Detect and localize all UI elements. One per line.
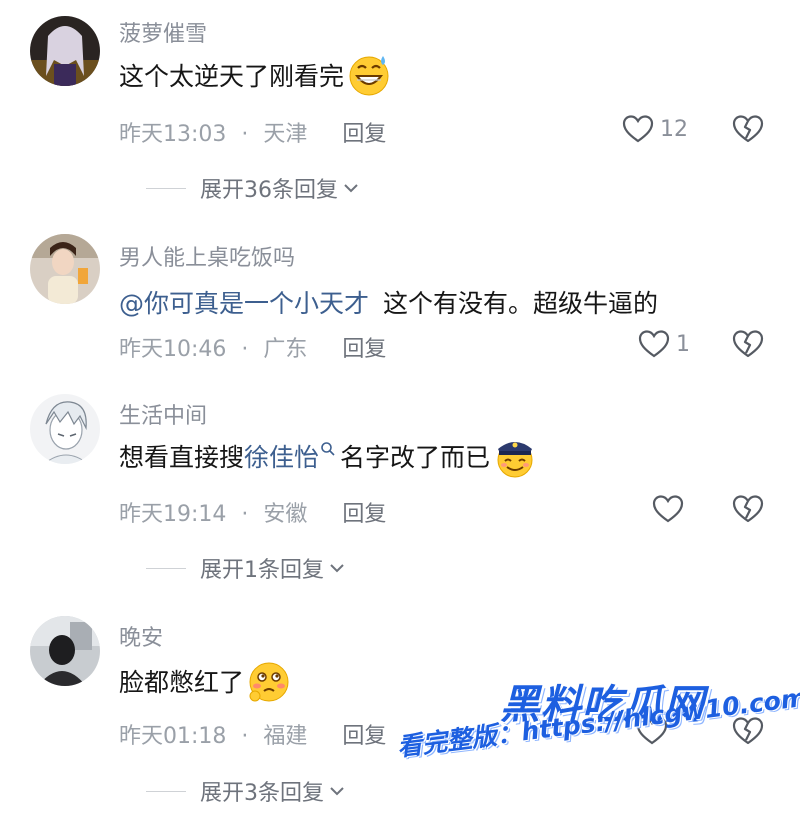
watermark: 黑料吃瓜网 看完整版：https://hlcgw10.com <box>395 668 800 808</box>
comment-location: 安徽 <box>263 502 308 527</box>
comment-body: 这个有没有。超级牛逼的 <box>383 289 659 318</box>
mention-link[interactable]: @你可真是一个小天才 <box>119 284 369 320</box>
comment-time: 昨天01:18 <box>119 724 227 749</box>
comment-meta: 昨天10:46 · 广东 回复 <box>119 331 386 363</box>
dot-separator: · <box>241 337 249 362</box>
comment-meta: 昨天13:03 · 天津 回复 <box>119 116 386 148</box>
comment-time: 昨天10:46 <box>119 337 227 362</box>
expand-replies-label: 展开3条回复 <box>200 781 324 806</box>
search-icon[interactable] <box>320 441 336 457</box>
heart-icon <box>622 115 654 143</box>
expand-replies-label: 展开36条回复 <box>200 178 338 203</box>
chevron-down-icon <box>330 564 344 573</box>
comment-body: 这个太逆天了刚看完 <box>119 62 345 91</box>
broken-heart-icon <box>732 330 764 358</box>
heart-icon <box>638 330 670 358</box>
reply-button[interactable]: 回复 <box>342 502 386 527</box>
dot-separator: · <box>241 502 249 527</box>
comment-text: 脸都憋红了 <box>119 658 292 704</box>
reply-button[interactable]: 回复 <box>342 724 386 749</box>
chevron-down-icon <box>344 184 358 193</box>
search-keyword-link[interactable]: 徐佳怡 <box>244 438 319 474</box>
reply-button[interactable]: 回复 <box>342 337 386 362</box>
avatar[interactable] <box>30 16 100 86</box>
comment-time: 昨天13:03 <box>119 122 227 147</box>
like-button[interactable]: 1 <box>638 329 690 359</box>
reply-button[interactable]: 回复 <box>342 122 386 147</box>
comment-meta: 昨天19:14 · 安徽 回复 <box>119 496 386 528</box>
username[interactable]: 男人能上桌吃饭吗 <box>119 240 295 272</box>
username[interactable]: 晚安 <box>119 620 163 652</box>
divider-line <box>146 790 186 792</box>
like-count: 12 <box>660 116 688 142</box>
expand-replies-button[interactable]: 展开3条回复 <box>146 775 344 807</box>
broken-heart-icon <box>732 115 764 143</box>
dot-separator: · <box>241 122 249 147</box>
comment-time: 昨天19:14 <box>119 502 227 527</box>
comment-location: 福建 <box>263 724 308 749</box>
comment-text: @你可真是一个小天才 这个有没有。超级牛逼的 <box>119 284 658 320</box>
comment-location: 广东 <box>263 337 308 362</box>
comment-text: 想看直接搜 徐佳怡 名字改了而已 <box>119 433 538 479</box>
like-button[interactable] <box>652 494 690 524</box>
police-emoji-icon <box>492 433 538 479</box>
expand-replies-button[interactable]: 展开36条回复 <box>146 172 358 204</box>
username[interactable]: 生活中间 <box>119 398 207 430</box>
avatar[interactable] <box>30 616 100 686</box>
like-count: 1 <box>676 331 690 357</box>
sweat-grin-emoji-icon <box>346 52 392 98</box>
username[interactable]: 菠萝催雪 <box>119 16 207 48</box>
comment-text: 这个太逆天了刚看完 <box>119 52 392 98</box>
heart-icon <box>652 495 684 523</box>
broken-heart-icon <box>732 495 764 523</box>
comment-body-end: 名字改了而已 <box>340 443 491 472</box>
dot-separator: · <box>241 724 249 749</box>
comment-body-start: 想看直接搜 <box>119 443 245 472</box>
blushing-emoji-icon <box>246 658 292 704</box>
expand-replies-button[interactable]: 展开1条回复 <box>146 552 344 584</box>
comment-body: 脸都憋红了 <box>119 668 245 697</box>
dislike-button[interactable] <box>732 329 764 359</box>
divider-line <box>146 187 186 189</box>
dislike-button[interactable] <box>732 114 764 144</box>
like-button[interactable]: 12 <box>622 114 688 144</box>
comment-location: 天津 <box>263 122 308 147</box>
comment-meta: 昨天01:18 · 福建 回复 <box>119 718 386 750</box>
divider-line <box>146 567 186 569</box>
dislike-button[interactable] <box>732 494 764 524</box>
avatar[interactable] <box>30 234 100 304</box>
avatar[interactable] <box>30 394 100 464</box>
chevron-down-icon <box>330 787 344 796</box>
expand-replies-label: 展开1条回复 <box>200 558 324 583</box>
